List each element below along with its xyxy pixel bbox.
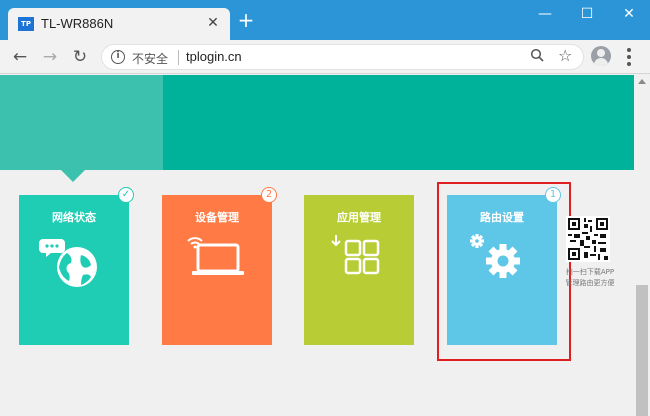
maximize-button[interactable]: ☐ bbox=[567, 0, 607, 28]
forward-button[interactable]: → bbox=[38, 45, 62, 69]
tp-link-favicon-icon: TP bbox=[18, 17, 34, 31]
check-icon: ✓ bbox=[118, 187, 134, 203]
reload-button[interactable]: ↻ bbox=[68, 45, 92, 69]
highlight-box bbox=[437, 182, 571, 361]
app-management-card[interactable]: 应用管理 bbox=[304, 195, 414, 345]
qr-caption-line1: 扫一扫下载APP bbox=[565, 268, 615, 276]
minimize-button[interactable]: — bbox=[525, 0, 565, 28]
tab-close-icon[interactable]: ✕ bbox=[204, 14, 222, 32]
top-banner bbox=[0, 75, 634, 170]
zoom-icon[interactable] bbox=[530, 48, 544, 62]
scrollbar-thumb[interactable] bbox=[636, 285, 648, 416]
browser-toolbar: ← → ↻ i 不安全 tplogin.cn ☆ bbox=[0, 40, 650, 74]
info-icon[interactable]: i bbox=[111, 50, 125, 64]
qr-code-image bbox=[566, 216, 610, 262]
banner-active-section bbox=[0, 75, 163, 170]
security-status-label[interactable]: 不安全 bbox=[132, 50, 168, 67]
qr-caption-line2: 管理路由更方便 bbox=[565, 279, 615, 287]
url-text[interactable]: tplogin.cn bbox=[186, 49, 242, 64]
star-icon[interactable]: ☆ bbox=[558, 46, 572, 65]
scroll-up-arrow-icon[interactable] bbox=[638, 79, 646, 84]
page-content: 网络状态 设备管理 应用管理 路由设置 ✓ 2 1 扫一扫下载APP 管理路由更… bbox=[0, 75, 634, 416]
card-title: 应用管理 bbox=[337, 211, 381, 224]
device-management-card[interactable]: 设备管理 bbox=[162, 195, 272, 345]
menu-icon[interactable] bbox=[624, 46, 634, 68]
title-bar: TP TL-WR886N ✕ + — ☐ ✕ bbox=[0, 0, 650, 40]
close-window-button[interactable]: ✕ bbox=[609, 0, 649, 28]
browser-tab[interactable]: TP TL-WR886N ✕ bbox=[8, 8, 230, 40]
vertical-scrollbar[interactable] bbox=[634, 75, 650, 416]
device-count-badge: 2 bbox=[261, 187, 277, 203]
apps-grid-icon bbox=[331, 235, 380, 275]
back-button[interactable]: ← bbox=[8, 45, 32, 69]
new-tab-button[interactable]: + bbox=[236, 10, 256, 30]
laptop-wifi-icon bbox=[187, 237, 244, 275]
card-title: 网络状态 bbox=[52, 211, 96, 224]
globe-chat-icon bbox=[39, 239, 97, 287]
omnibox-divider bbox=[178, 50, 179, 65]
card-title: 设备管理 bbox=[195, 211, 239, 224]
avatar-icon[interactable] bbox=[591, 46, 611, 66]
tab-title: TL-WR886N bbox=[41, 16, 114, 31]
network-status-card[interactable]: 网络状态 bbox=[19, 195, 129, 345]
banner-pointer bbox=[61, 170, 85, 182]
address-bar[interactable]: i 不安全 tplogin.cn ☆ bbox=[101, 44, 584, 70]
